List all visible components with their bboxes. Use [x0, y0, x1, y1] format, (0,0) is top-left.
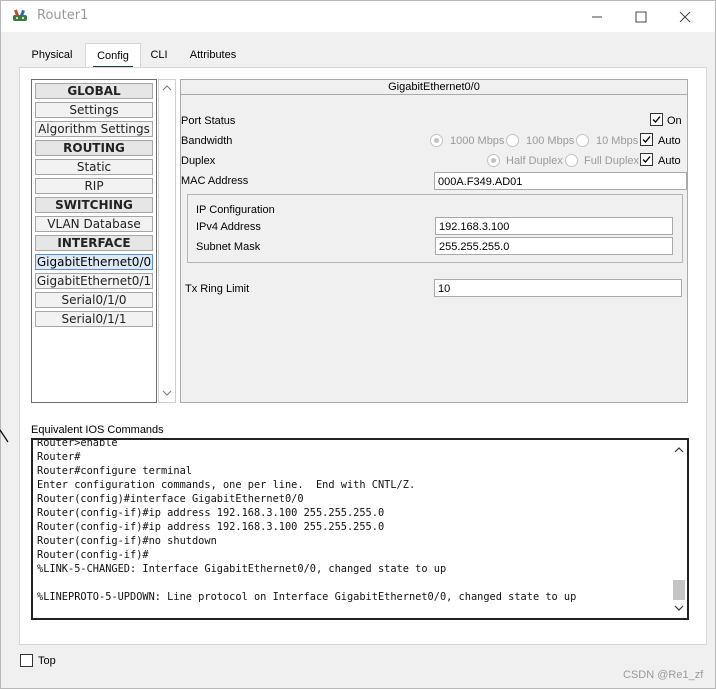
router-window: Router1 Physical Config CLI Attributes G… [0, 0, 716, 689]
maximize-icon [635, 11, 647, 23]
subnet-mask-field[interactable]: 255.255.255.0 [435, 237, 673, 255]
sidebar-item-gigabitethernet0-1[interactable]: GigabitEthernet0/1 [35, 273, 153, 289]
bandwidth-auto-checkbox[interactable] [640, 133, 653, 146]
ip-configuration-group: IP Configuration IPv4 Address 192.168.3.… [187, 194, 683, 263]
sidebar-item-label: GigabitEthernet0/0 [36, 255, 152, 269]
close-button[interactable] [665, 5, 705, 29]
ios-commands-console[interactable]: Router>enable Router# Router#configure t… [31, 438, 689, 620]
sidebar-item-label: ROUTING [63, 141, 125, 155]
bandwidth-10-label: 10 Mbps [596, 135, 639, 147]
port-status-on-label: On [667, 115, 682, 127]
bandwidth-1000-radio[interactable] [430, 134, 443, 147]
sidebar-item-vlan-database[interactable]: VLAN Database [35, 216, 153, 232]
minimize-icon [592, 16, 602, 18]
background-connection-line [0, 429, 9, 443]
duplex-label: Duplex [181, 155, 216, 167]
router-app-icon [13, 9, 27, 21]
tab-cli-label: CLI [150, 49, 168, 61]
bandwidth-1000-label: 1000 Mbps [450, 135, 505, 147]
sidebar-header-routing: ROUTING [35, 140, 153, 156]
maximize-button[interactable] [621, 5, 661, 29]
config-sidebar: GLOBAL Settings Algorithm Settings ROUTI… [31, 79, 157, 403]
interface-title: GigabitEthernet0/0 [181, 80, 687, 95]
checkmark-icon [652, 116, 661, 123]
duplex-full-label: Full Duplex [584, 155, 640, 167]
duplex-auto-checkbox[interactable] [640, 153, 653, 166]
sidebar-scrollbar[interactable] [158, 79, 176, 403]
scroll-down-icon[interactable] [674, 604, 684, 612]
sidebar-header-switching: SWITCHING [35, 197, 153, 213]
duplex-auto-label: Auto [658, 155, 681, 167]
sidebar-item-gigabitethernet0-0[interactable]: GigabitEthernet0/0 [35, 254, 153, 270]
sidebar-item-algorithm-settings[interactable]: Algorithm Settings [35, 121, 153, 137]
watermark-text: CSDN @Re1_zf [623, 669, 704, 681]
console-scrollbar[interactable] [671, 440, 687, 618]
checkmark-icon [642, 136, 651, 143]
sidebar-item-label: GLOBAL [67, 84, 121, 98]
sidebar-item-serial0-1-0[interactable]: Serial0/1/0 [35, 292, 153, 308]
duplex-half-label: Half Duplex [506, 155, 563, 167]
scroll-up-icon[interactable] [674, 446, 684, 454]
tab-config-label: Config [97, 50, 129, 62]
ipv4-address-field[interactable]: 192.168.3.100 [435, 217, 673, 235]
scroll-up-icon[interactable] [162, 84, 172, 92]
checkmark-icon [642, 156, 651, 163]
tab-physical-label: Physical [31, 49, 73, 61]
port-status-label: Port Status [181, 115, 236, 127]
bandwidth-100-label: 100 Mbps [526, 135, 575, 147]
bandwidth-10-radio[interactable] [576, 134, 589, 147]
scroll-down-icon[interactable] [162, 389, 172, 397]
ios-commands-label: Equivalent IOS Commands [31, 424, 164, 436]
title-bar[interactable]: Router1 [1, 1, 715, 32]
sidebar-item-label: Settings [69, 103, 119, 117]
bandwidth-100-radio[interactable] [506, 134, 519, 147]
sidebar-item-label: INTERFACE [57, 236, 131, 250]
subnet-mask-label: Subnet Mask [196, 241, 261, 253]
top-label: Top [38, 655, 56, 667]
sidebar-item-label: VLAN Database [47, 217, 141, 231]
console-scroll-thumb[interactable] [673, 580, 685, 600]
mac-address-label: MAC Address [181, 175, 249, 187]
sidebar-item-label: Serial0/1/1 [61, 312, 127, 326]
sidebar-header-interface: INTERFACE [35, 235, 153, 251]
sidebar-header-global: GLOBAL [35, 83, 153, 99]
duplex-half-radio[interactable] [487, 154, 500, 167]
tab-attributes[interactable]: Attributes [181, 43, 245, 67]
sidebar-item-serial0-1-1[interactable]: Serial0/1/1 [35, 311, 153, 327]
sidebar-item-label: Static [76, 160, 112, 174]
port-status-checkbox[interactable] [650, 113, 663, 126]
window-title: Router1 [37, 8, 89, 23]
ios-commands-text: Router>enable Router# Router#configure t… [37, 438, 577, 603]
bandwidth-label: Bandwidth [181, 135, 233, 147]
duplex-full-radio[interactable] [565, 154, 578, 167]
sidebar-item-label: Algorithm Settings [38, 122, 150, 136]
sidebar-item-label: RIP [84, 179, 104, 193]
ipv4-address-label: IPv4 Address [196, 221, 261, 233]
tab-config[interactable]: Config [85, 43, 141, 69]
ip-configuration-title: IP Configuration [196, 204, 275, 216]
close-icon [679, 11, 691, 23]
bandwidth-auto-label: Auto [658, 135, 681, 147]
tx-ring-limit-label: Tx Ring Limit [185, 283, 250, 295]
sidebar-item-label: Serial0/1/0 [61, 293, 127, 307]
tx-ring-limit-field[interactable]: 10 [434, 279, 682, 297]
sidebar-item-static[interactable]: Static [35, 159, 153, 175]
tab-attributes-label: Attributes [189, 49, 237, 61]
sidebar-item-settings[interactable]: Settings [35, 102, 153, 118]
sidebar-item-label: SWITCHING [55, 198, 133, 212]
minimize-button[interactable] [577, 5, 617, 29]
mac-address-field[interactable]: 000A.F349.AD01 [434, 172, 687, 190]
sidebar-item-rip[interactable]: RIP [35, 178, 153, 194]
top-checkbox[interactable] [20, 654, 33, 667]
tab-physical[interactable]: Physical [23, 43, 81, 67]
sidebar-item-label: GigabitEthernet0/1 [36, 274, 152, 288]
interface-config-area: GigabitEthernet0/0 Port Status On Bandwi… [180, 79, 688, 403]
tab-cli[interactable]: CLI [143, 43, 175, 67]
